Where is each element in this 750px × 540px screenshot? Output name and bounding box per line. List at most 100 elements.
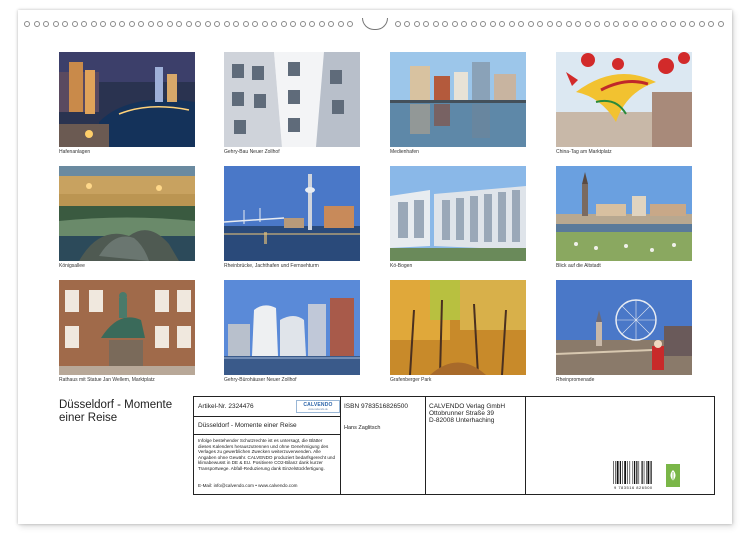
binding-ring [33, 21, 40, 27]
binding-ring [185, 21, 192, 27]
photo-caption: Rheinbrücke, Jachthafen und Fernsehturm [224, 263, 319, 269]
binding-ring [499, 21, 505, 27]
legal-notice: Infolge bestehender Schutzrechte ist es … [198, 438, 336, 471]
binding-ring [328, 21, 334, 27]
product-info-box: Artikel-Nr. 2324476 CALVENDO www.calvend… [193, 396, 715, 495]
binding-ring [717, 21, 724, 27]
photo-china-tag [556, 52, 692, 147]
photo-koenigsallee [59, 166, 195, 261]
barcode-bar [615, 461, 616, 484]
calendar-title: Düsseldorf - Momente einer Reise [59, 399, 209, 424]
binding-ring [176, 21, 182, 27]
binding-ring [280, 21, 287, 27]
photo-koe-bogen [390, 166, 526, 261]
binding-ring [347, 21, 353, 27]
binding-ring [518, 21, 524, 27]
barcode-bar [636, 461, 638, 484]
binding-ring [698, 21, 705, 27]
barcode-bar [638, 461, 640, 484]
binding-ring [584, 21, 591, 27]
binding-ring [52, 21, 59, 27]
binding-ring [413, 21, 420, 27]
binding-ring [689, 21, 695, 27]
binding-ring [603, 21, 610, 27]
publisher-city: D-82008 Unterhaching [429, 417, 495, 424]
binding-ring [451, 21, 458, 27]
binding-ring [508, 21, 515, 27]
binding-ring [442, 21, 448, 27]
barcode-bar [634, 461, 636, 484]
barcode-number: 9 783516 826500 [614, 485, 653, 490]
photo-rheinbruecke [224, 166, 360, 261]
binding-ring [480, 21, 486, 27]
photo-grafenberger-park [390, 280, 526, 375]
binding-ring [708, 21, 714, 27]
binding-ring [166, 21, 173, 27]
barcode-bar [641, 461, 643, 484]
photo-caption: Hafenanlagen [59, 149, 91, 155]
photo-caption: Gehry-Bürohäuser Neuer Zollhof [224, 377, 297, 383]
binding-ring [337, 21, 344, 27]
binding-ring [157, 21, 163, 27]
binding-ring [651, 21, 657, 27]
barcode-bar [643, 461, 645, 484]
binding-ring [71, 21, 78, 27]
article-number: Artikel-Nr. 2324476 [198, 403, 254, 410]
binding-ring [575, 21, 581, 27]
photo-caption: Medienhafen [390, 149, 419, 155]
binding-ring [470, 21, 477, 27]
calendar-title-line1: Düsseldorf - Momente [59, 399, 173, 411]
barcode-bar [646, 461, 647, 484]
binding-ring [613, 21, 619, 27]
photo-caption: Grafenberger Park [390, 377, 432, 383]
binding-ring [622, 21, 629, 27]
binding-ring [679, 21, 686, 27]
binding-ring [404, 21, 410, 27]
binding-ring [147, 21, 154, 27]
photo-caption: China-Tag am Marktplatz [556, 149, 612, 155]
binding-ring [632, 21, 638, 27]
barcode-bar [613, 461, 614, 484]
author-name: Hans Zaglitsch [344, 425, 381, 431]
spiral-binding [18, 18, 732, 34]
binding-ring [432, 21, 439, 27]
binding-ring [242, 21, 249, 27]
binding-ring [252, 21, 258, 27]
barcode-bar [624, 461, 627, 484]
photo-rathaus [59, 280, 195, 375]
binding-ring [641, 21, 648, 27]
photo-gehry-bau [224, 52, 360, 147]
binding-ring [299, 21, 306, 27]
barcode-bar [632, 461, 634, 484]
photo-hafenanlagen [59, 52, 195, 147]
binding-ring [660, 21, 667, 27]
photo-caption: Rheinpromenade [556, 377, 595, 383]
binding-ring [119, 21, 125, 27]
binding-ring [670, 21, 676, 27]
calendar-sheet: Hafenanlagen Gehry-Bau Neuer Zollhof Med… [18, 10, 732, 524]
binding-ring [90, 21, 97, 27]
barcode-bar [629, 461, 631, 484]
binding-ring [204, 21, 211, 27]
binding-ring [537, 21, 543, 27]
photo-caption: Königsallee [59, 263, 85, 269]
binding-ring [128, 21, 135, 27]
binding-ring [62, 21, 68, 27]
binding-ring [394, 21, 401, 27]
binding-ring [556, 21, 562, 27]
photo-altstadt [556, 166, 692, 261]
binding-ring [546, 21, 553, 27]
binding-ring [527, 21, 534, 27]
eco-leaf-icon [666, 464, 680, 487]
binding-ring [261, 21, 268, 27]
binding-ring [43, 21, 49, 27]
binding-ring [565, 21, 572, 27]
binding-ring [423, 21, 429, 27]
contact-email: E-Mail: info@calvendo.com • www.calvendo… [198, 483, 298, 488]
photo-gehry-buerohaeuser [224, 280, 360, 375]
binding-ring [271, 21, 277, 27]
photo-caption: Kö-Bogen [390, 263, 413, 269]
binding-ring [461, 21, 467, 27]
binding-ring [318, 21, 325, 27]
binding-ring [81, 21, 87, 27]
